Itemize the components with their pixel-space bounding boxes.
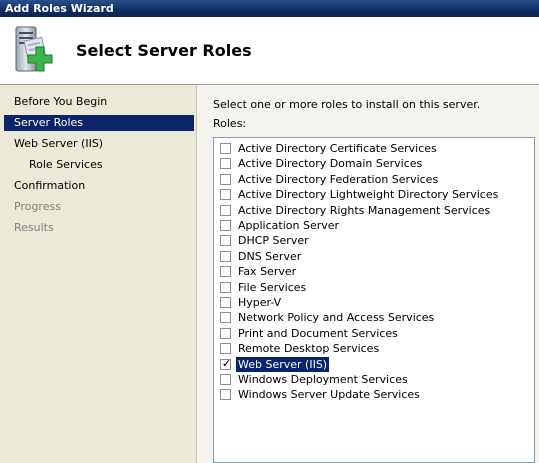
sidebar-item-results: Results bbox=[14, 221, 54, 234]
role-label: Application Server bbox=[238, 219, 340, 232]
checkmark-icon: ✓ bbox=[221, 356, 232, 370]
role-item[interactable]: ✓ Web Server (IIS) bbox=[218, 355, 528, 373]
role-checkbox[interactable] bbox=[220, 389, 231, 401]
role-item[interactable]: Fax Server bbox=[218, 264, 528, 279]
role-checkbox[interactable] bbox=[220, 327, 231, 339]
role-item[interactable]: Application Server bbox=[218, 218, 528, 233]
role-item[interactable]: Active Directory Certificate Services bbox=[218, 141, 528, 156]
role-label: Network Policy and Access Services bbox=[238, 311, 435, 325]
role-label: Active Directory Federation Services bbox=[238, 172, 439, 186]
role-checkbox[interactable] bbox=[220, 374, 231, 385]
role-checkbox[interactable] bbox=[220, 297, 231, 308]
role-item[interactable]: DHCP Server bbox=[218, 233, 528, 248]
role-checkbox[interactable] bbox=[220, 343, 231, 355]
role-item[interactable]: Active Directory Federation Services bbox=[218, 172, 528, 187]
role-item[interactable]: File Services bbox=[218, 280, 528, 295]
role-label: Windows Server Update Services bbox=[238, 388, 420, 402]
role-checkbox[interactable] bbox=[220, 220, 231, 231]
role-label: Print and Document Services bbox=[238, 326, 398, 340]
sidebar-item-before-you-begin[interactable]: Before You Begin bbox=[4, 94, 194, 110]
role-checkbox[interactable] bbox=[220, 235, 231, 247]
sidebar-item-role-services[interactable]: Role Services bbox=[4, 157, 194, 173]
instruction-text: Select one or more roles to install on t… bbox=[213, 98, 481, 111]
roles-checklist[interactable]: Active Directory Certificate Services Act… bbox=[213, 137, 535, 463]
roles-label: Roles: bbox=[213, 117, 247, 130]
role-checkbox[interactable] bbox=[220, 189, 231, 201]
role-checkbox[interactable] bbox=[220, 204, 231, 216]
role-label: File Services bbox=[238, 280, 307, 294]
main-content: Select one or more roles to install on t… bbox=[197, 85, 539, 463]
role-item[interactable]: DNS Server bbox=[218, 249, 528, 264]
role-label: Active Directory Certificate Services bbox=[238, 142, 437, 155]
role-item[interactable]: Active Directory Lightweight Directory S… bbox=[218, 187, 528, 202]
role-checkbox[interactable] bbox=[220, 173, 231, 185]
role-label: Hyper-V bbox=[238, 296, 282, 309]
role-label: DHCP Server bbox=[238, 234, 309, 248]
role-item[interactable]: Active Directory Rights Management Servi… bbox=[218, 203, 528, 218]
role-item[interactable]: Windows Server Update Services bbox=[218, 387, 528, 402]
window-title: Add Roles Wizard bbox=[5, 2, 114, 15]
wizard-steps-sidebar: Before You Begin Server Roles Web Server… bbox=[0, 85, 197, 463]
window-titlebar: Add Roles Wizard bbox=[0, 0, 539, 17]
role-label: Active Directory Lightweight Directory S… bbox=[238, 188, 499, 202]
sidebar-item-web-server-iis[interactable]: Web Server (IIS) bbox=[4, 136, 194, 152]
role-checkbox[interactable]: ✓ bbox=[220, 356, 232, 370]
sidebar-item-confirmation[interactable]: Confirmation bbox=[4, 178, 194, 194]
sidebar-item-server-roles[interactable]: Server Roles bbox=[4, 115, 194, 131]
sidebar-item-progress: Progress bbox=[14, 200, 61, 213]
role-label: DNS Server bbox=[238, 249, 302, 263]
role-item[interactable]: Network Policy and Access Services bbox=[218, 310, 528, 325]
role-label: Active Directory Rights Management Servi… bbox=[238, 203, 491, 217]
role-label: Active Directory Domain Services bbox=[238, 157, 423, 171]
page-title: Select Server Roles bbox=[76, 41, 252, 60]
role-checkbox[interactable] bbox=[220, 266, 231, 278]
role-checkbox[interactable] bbox=[220, 281, 231, 293]
role-label: Web Server (IIS) bbox=[234, 355, 331, 373]
role-item[interactable]: Windows Deployment Services bbox=[218, 372, 528, 387]
role-checkbox[interactable] bbox=[220, 143, 231, 154]
role-label: Fax Server bbox=[238, 265, 297, 279]
server-add-icon bbox=[10, 25, 60, 79]
role-item[interactable]: Hyper-V bbox=[218, 295, 528, 310]
role-item[interactable]: Print and Document Services bbox=[218, 326, 528, 341]
role-checkbox[interactable] bbox=[220, 158, 231, 170]
role-checkbox[interactable] bbox=[220, 312, 231, 324]
wizard-header: Select Server Roles bbox=[0, 17, 539, 85]
role-checkbox[interactable] bbox=[220, 250, 231, 262]
role-label: Windows Deployment Services bbox=[238, 373, 408, 386]
role-item[interactable]: Active Directory Domain Services bbox=[218, 156, 528, 171]
role-label: Remote Desktop Services bbox=[238, 342, 380, 356]
role-item[interactable]: Remote Desktop Services bbox=[218, 341, 528, 356]
